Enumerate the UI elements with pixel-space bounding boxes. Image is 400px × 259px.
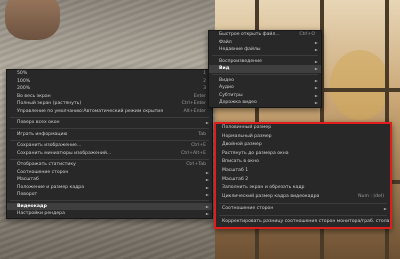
chevron-right-icon: ►: [314, 100, 318, 105]
menu-separator: [10, 200, 209, 201]
submenu-item-normal-size[interactable]: Нормальный размер: [216, 133, 390, 142]
menu-item-frame-position-size[interactable]: Положение и размер кадра ►: [7, 184, 212, 192]
chevron-right-icon: ►: [205, 192, 209, 197]
menu-item-view[interactable]: Вид ►: [209, 65, 321, 73]
chevron-right-icon: ►: [314, 66, 318, 71]
menu-separator: [212, 74, 318, 75]
menu-separator: [212, 55, 318, 56]
submenu-item-double-size[interactable]: Двойной размер: [216, 141, 390, 150]
menu-item-subtitles[interactable]: Субтитры ►: [209, 92, 321, 100]
context-menu-video-frame: Половинный размер Нормальный размер Двой…: [214, 122, 392, 229]
chevron-right-icon: ►: [314, 47, 318, 52]
context-menu-file: Быстрое открыть файл... Ctrl+O Файл ► Неда…: [208, 30, 322, 108]
chevron-right-icon: ►: [314, 92, 318, 98]
submenu-item-zoom-1[interactable]: Масштаб 1: [216, 167, 390, 176]
menu-item-zoom-100[interactable]: 100% 2: [7, 78, 212, 86]
menu-item-file[interactable]: Файл ►: [209, 39, 321, 47]
menu-item-zoom-200[interactable]: 200% 3: [7, 85, 212, 93]
submenu-item-fit-window[interactable]: Вписать в окно: [216, 158, 390, 167]
menu-separator: [10, 139, 209, 141]
context-menu-main: 50% 1 100% 2 200% 3 Во весь экран Enter Полн…: [6, 69, 213, 219]
menu-item-always-on-top[interactable]: Поверх всех окон ►: [7, 119, 212, 127]
submenu-item-half-size[interactable]: Половинный размер: [216, 124, 390, 133]
menu-item-aspect-ratio[interactable]: Соотношение сторон ►: [7, 169, 212, 177]
chevron-right-icon: ►: [205, 177, 209, 182]
chevron-right-icon: ►: [314, 77, 318, 83]
submenu-item-aspect-ratio[interactable]: Соотношение сторон ►: [216, 205, 390, 214]
menu-item-statistics[interactable]: Отображать статистику Ctrl+Tab: [7, 161, 212, 169]
submenu-item-cycle-frame-size[interactable]: Циклический размер кадра видеокадра Num :…: [216, 193, 390, 202]
chevron-right-icon: ►: [383, 206, 387, 212]
chevron-right-icon: ►: [205, 120, 209, 125]
menu-item-render-settings[interactable]: Настройки рендера ►: [7, 210, 212, 218]
chevron-right-icon: ►: [205, 211, 209, 216]
chevron-right-icon: ►: [314, 58, 318, 64]
submenu-item-stretch-to-window[interactable]: Растянуть до размера окна: [216, 150, 390, 159]
person-face: [5, 0, 60, 40]
chevron-right-icon: ►: [314, 39, 318, 45]
menu-separator: [10, 116, 209, 118]
menu-separator: [219, 202, 387, 204]
tree-foliage: [330, 50, 390, 120]
menu-item-playback[interactable]: Воспроизведение ►: [209, 58, 321, 66]
menu-separator: [219, 215, 387, 217]
menu-item-video[interactable]: Видео ►: [209, 77, 321, 85]
menu-item-fullscreen-stretch[interactable]: Полный экран (растянуть) Ctrl+Enter: [7, 100, 212, 108]
menu-item-controls-default[interactable]: Управление по умолчанию:Автоматический р…: [7, 108, 212, 116]
menu-item-quick-open[interactable]: Быстрое открыть файл... Ctrl+O: [209, 31, 321, 39]
menu-item-play-info[interactable]: Играть информацию Tab: [7, 131, 212, 139]
menu-item-video-frame[interactable]: Видеокадр ►: [7, 202, 212, 210]
menu-item-fullscreen[interactable]: Во весь экран Enter: [7, 93, 212, 101]
submenu-item-fill-crop[interactable]: Заполнить экран и обрезать кадр: [216, 184, 390, 193]
chevron-right-icon: ►: [205, 184, 209, 190]
menu-item-save-thumbnails[interactable]: Сохранить миниатюры изображений... Ctrl+A…: [7, 150, 212, 158]
menu-item-video-track[interactable]: Дорожка видео ►: [209, 99, 321, 107]
menu-separator: [10, 128, 209, 129]
chevron-right-icon: ►: [314, 85, 318, 90]
chevron-right-icon: ►: [205, 169, 209, 175]
submenu-item-correct-aspect[interactable]: Корректировать разницу соотношения сторо…: [216, 218, 390, 227]
menu-item-rotate[interactable]: Поворот ►: [7, 191, 212, 199]
chevron-right-icon: ►: [205, 203, 209, 209]
menu-item-audio[interactable]: Аудио ►: [209, 84, 321, 92]
menu-item-zoom[interactable]: Масштаб ►: [7, 176, 212, 184]
menu-separator: [10, 158, 209, 160]
menu-item-zoom-50[interactable]: 50% 1: [7, 70, 212, 78]
menu-item-recent-files[interactable]: Недавние файлы ►: [209, 46, 321, 54]
menu-item-save-image[interactable]: Сохранить изображение... Ctrl+E: [7, 142, 212, 150]
submenu-item-zoom-2[interactable]: Масштаб 2: [216, 176, 390, 185]
